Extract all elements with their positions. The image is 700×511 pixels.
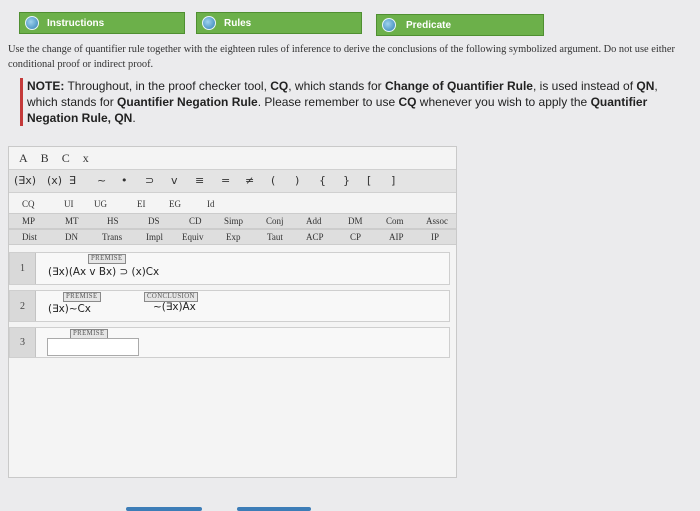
premise-tag: PREMISE — [88, 254, 126, 264]
note-cq: CQ — [398, 95, 417, 109]
note-lead: NOTE: — [27, 79, 65, 93]
symbol-open-paren[interactable]: ( — [271, 174, 275, 187]
rule-button-cp[interactable]: CP — [350, 232, 361, 242]
line-number: 1 — [10, 253, 36, 284]
rule-button-trans[interactable]: Trans — [102, 232, 122, 242]
conclusion-formula: ~(∃x)Ax — [153, 301, 196, 313]
symbol-equals[interactable]: = — [221, 174, 230, 187]
note-text: . Please remember to use — [257, 95, 399, 109]
symbol-palette: (∃x) (x) ∃ ~ • ⊃ v ≡ = ≠ ( ) { } [ ] — [9, 169, 456, 193]
tab-rules-label: Rules — [224, 17, 252, 29]
rule-button-dn[interactable]: DN — [65, 232, 78, 242]
globe-icon — [202, 16, 216, 30]
rule-button-hs[interactable]: HS — [107, 216, 119, 226]
symbol-close-bracket[interactable]: ] — [391, 174, 395, 187]
rule-button-dm[interactable]: DM — [348, 216, 363, 226]
symbol-open-bracket[interactable]: [ — [367, 174, 371, 187]
symbol-tilde[interactable]: ~ — [97, 174, 106, 187]
premise-formula[interactable]: (∃x)~Cx — [48, 303, 91, 315]
rule-button-simp[interactable]: Simp — [224, 216, 243, 226]
proof-line-1[interactable]: 1 PREMISE (∃x)(Ax v Bx) ⊃ (x)Cx — [9, 252, 450, 285]
variable-palette: A B C x — [19, 151, 99, 166]
note-cq: CQ — [270, 79, 289, 93]
symbol-dot[interactable]: • — [121, 174, 128, 187]
proof-line-3[interactable]: 3 PREMISE — [9, 327, 450, 358]
var-button-a[interactable]: A — [19, 151, 28, 165]
top-tab-bar: Instructions Rules Predicate — [0, 10, 700, 36]
rule-button-cd[interactable]: CD — [189, 216, 202, 226]
rule-button-com[interactable]: Com — [386, 216, 404, 226]
rule-button-acp[interactable]: ACP — [306, 232, 324, 242]
tab-predicate-label: Predicate — [406, 19, 452, 31]
rule-button-aip[interactable]: AIP — [389, 232, 404, 242]
rule-button-impl[interactable]: Impl — [146, 232, 163, 242]
rules-row-replacement: Dist DN Trans Impl Equiv Exp Taut ACP CP… — [9, 229, 456, 245]
globe-icon — [25, 16, 39, 30]
globe-icon — [382, 18, 396, 32]
rule-button-equiv[interactable]: Equiv — [182, 232, 204, 242]
rule-button-assoc[interactable]: Assoc — [426, 216, 448, 226]
tab-rules[interactable]: Rules — [196, 12, 362, 34]
rule-button-ip[interactable]: IP — [431, 232, 439, 242]
formula-input[interactable] — [47, 338, 139, 356]
var-button-c[interactable]: C — [62, 151, 70, 165]
rule-button-ui[interactable]: UI — [64, 199, 74, 209]
rules-row-inference: MP MT HS DS CD Simp Conj Add DM Com Asso… — [9, 213, 456, 229]
symbol-forall-x[interactable]: (x) — [47, 174, 62, 187]
tab-instructions[interactable]: Instructions — [19, 12, 185, 34]
symbol-close-brace[interactable]: } — [343, 174, 350, 187]
line-number: 2 — [10, 291, 36, 321]
note-qn: QN — [636, 79, 655, 93]
symbol-exists[interactable]: ∃ — [69, 174, 76, 187]
symbol-triple-bar[interactable]: ≡ — [195, 174, 204, 187]
symbol-close-paren[interactable]: ) — [295, 174, 299, 187]
rule-button-ei[interactable]: EI — [137, 199, 146, 209]
rules-row-quantifier: CQ UI UG EI EG Id — [9, 197, 456, 213]
note-text: , which stands for — [288, 79, 385, 93]
rule-button-exp[interactable]: Exp — [226, 232, 241, 242]
proof-checker-panel: A B C x (∃x) (x) ∃ ~ • ⊃ v ≡ = ≠ ( ) { }… — [8, 146, 457, 478]
note-text: Throughout, in the proof checker tool, — [64, 79, 271, 93]
rule-button-eg[interactable]: EG — [169, 199, 181, 209]
tab-predicate[interactable]: Predicate — [376, 14, 544, 36]
symbol-wedge[interactable]: v — [171, 174, 178, 187]
bottom-button-edge[interactable] — [237, 507, 311, 511]
tab-instructions-label: Instructions — [47, 17, 105, 29]
var-button-b[interactable]: B — [41, 151, 49, 165]
note-text: . — [132, 111, 136, 125]
rule-button-id[interactable]: Id — [207, 199, 215, 209]
note-qn-full: Quantifier Negation Rule — [117, 95, 258, 109]
symbol-not-equals[interactable]: ≠ — [245, 174, 254, 187]
rule-button-conj[interactable]: Conj — [266, 216, 284, 226]
symbol-horseshoe[interactable]: ⊃ — [145, 174, 154, 187]
instructions-text: Use the change of quantifier rule togeth… — [8, 44, 675, 70]
note-cq-full: Change of Quantifier Rule — [384, 79, 533, 93]
rule-button-add[interactable]: Add — [306, 216, 322, 226]
rule-button-ds[interactable]: DS — [148, 216, 160, 226]
rule-button-ug[interactable]: UG — [94, 199, 107, 209]
var-button-x[interactable]: x — [83, 151, 89, 165]
rule-button-mp[interactable]: MP — [22, 216, 35, 226]
premise-formula[interactable]: (∃x)(Ax v Bx) ⊃ (x)Cx — [48, 266, 159, 278]
rule-button-mt[interactable]: MT — [65, 216, 79, 226]
rule-button-cq[interactable]: CQ — [22, 199, 35, 209]
rule-button-taut[interactable]: Taut — [267, 232, 283, 242]
line-number: 3 — [10, 328, 36, 357]
proof-line-2[interactable]: 2 PREMISE (∃x)~Cx CONCLUSION ~(∃x)Ax — [9, 290, 450, 322]
bottom-button-edge[interactable] — [126, 507, 202, 511]
note-text: , is used instead of — [532, 79, 637, 93]
note-text: whenever you wish to apply the — [416, 95, 591, 109]
note-box: NOTE: Throughout, in the proof checker t… — [20, 78, 680, 126]
premise-tag: PREMISE — [63, 292, 101, 302]
rule-button-dist[interactable]: Dist — [22, 232, 37, 242]
symbol-open-brace[interactable]: { — [319, 174, 326, 187]
rules-palette: CQ UI UG EI EG Id MP MT HS DS CD Simp Co… — [9, 197, 456, 245]
symbol-exists-x[interactable]: (∃x) — [14, 174, 36, 187]
